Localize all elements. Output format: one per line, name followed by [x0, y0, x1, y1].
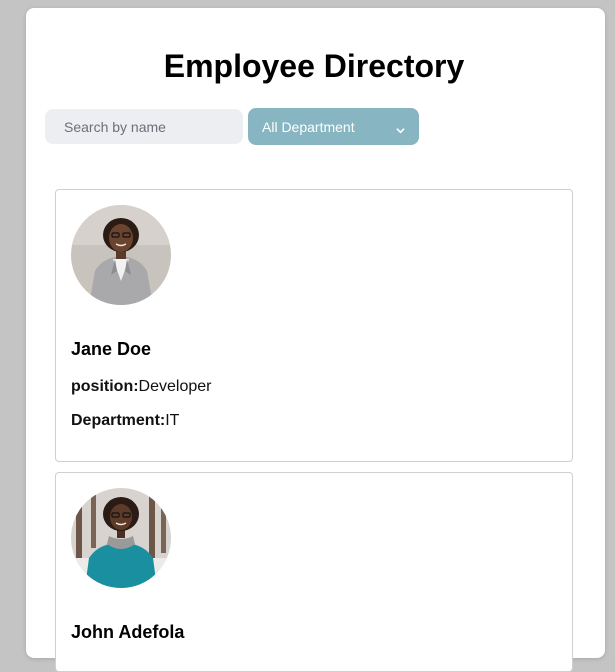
directory-panel: Employee Directory All Department [26, 8, 605, 672]
employee-department: Department:IT [71, 412, 179, 430]
position-label: position: [71, 378, 139, 395]
chevron-down-icon [396, 122, 405, 134]
position-value: Developer [138, 378, 212, 395]
department-label: Department: [71, 412, 166, 429]
employee-position: position:Developer [71, 378, 211, 396]
department-value: IT [165, 412, 180, 429]
employee-photo [71, 205, 171, 305]
employee-photo [71, 488, 171, 588]
employee-name: John Adefola [71, 622, 185, 642]
search-input[interactable] [45, 109, 243, 144]
department-select[interactable]: All Department [248, 108, 419, 145]
employee-card: John Adefola [55, 472, 573, 672]
employee-name: Jane Doe [71, 339, 152, 359]
page-title: Employee Directory [163, 48, 465, 84]
employee-card: Jane Doe position:Developer Department:I… [55, 189, 573, 462]
department-select-value: All Department [262, 118, 355, 135]
